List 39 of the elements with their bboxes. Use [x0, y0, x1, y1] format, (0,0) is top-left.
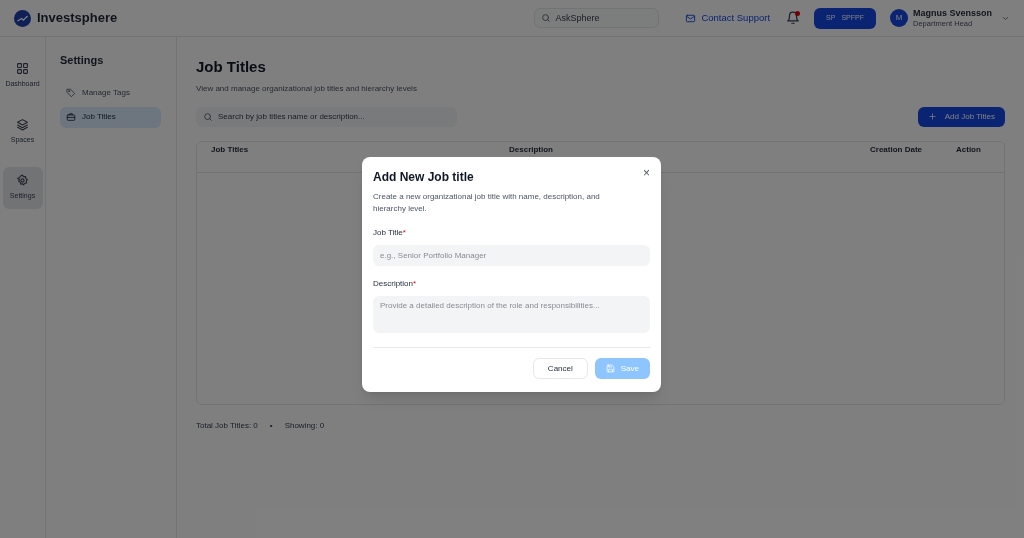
total-count: Total Job Titles: 0: [196, 419, 258, 432]
column-header: Job Titles: [211, 143, 250, 156]
search-field[interactable]: Search by job titles name or description...: [196, 106, 457, 127]
save-icon: [605, 364, 615, 373]
layers-icon: [16, 118, 29, 132]
column-header: Creation Date: [870, 143, 923, 156]
search-icon: [541, 13, 552, 23]
column-header: Description: [509, 143, 554, 156]
page-subtitle: View and manage organizational job titles and hierarchy levels: [196, 82, 418, 95]
search-field[interactable]: AskSphere: [534, 8, 660, 28]
description-field[interactable]: Provide a detailed description of the role and responsibilities...: [373, 296, 650, 333]
search-icon: [203, 111, 213, 122]
add-job-titles-button[interactable]: Add Job Titles: [917, 106, 1005, 127]
cancel-button[interactable]: Cancel: [532, 358, 588, 379]
briefcase-icon: [66, 112, 76, 122]
showing-count: Showing: 0: [284, 419, 325, 432]
field-label: Job Title*: [373, 227, 407, 239]
page-title: Job Titles: [196, 57, 267, 77]
dialog-title: Add New Job title: [373, 169, 474, 186]
contact-support-link[interactable]: Contact Support: [685, 10, 771, 26]
user-avatar[interactable]: M: [889, 9, 908, 27]
plus-icon: [927, 112, 937, 121]
field-label: Description*: [373, 278, 418, 290]
settings-icon: [16, 174, 29, 188]
close-button[interactable]: ×: [643, 167, 650, 179]
column-header: Action: [956, 143, 982, 156]
bell-icon: [786, 11, 801, 25]
separator-dot: •: [269, 419, 273, 432]
settings-menu-item[interactable]: Manage Tags: [60, 82, 161, 104]
brand-name: Investsphere: [37, 9, 118, 28]
user-name: Magnus Svensson: [912, 7, 992, 19]
mail-icon: [685, 12, 697, 24]
job-title-field[interactable]: e.g., Senior Portfolio Manager: [373, 245, 650, 266]
settings-heading: Settings: [60, 53, 105, 68]
settings-menu-item[interactable]: Job Titles: [60, 106, 161, 128]
logo-icon: [14, 9, 31, 27]
grid-icon: [16, 62, 29, 76]
tag-icon: [66, 88, 76, 98]
dialog-description: Create a new organizational job title with name, description, and hierarchy level.: [373, 191, 601, 215]
